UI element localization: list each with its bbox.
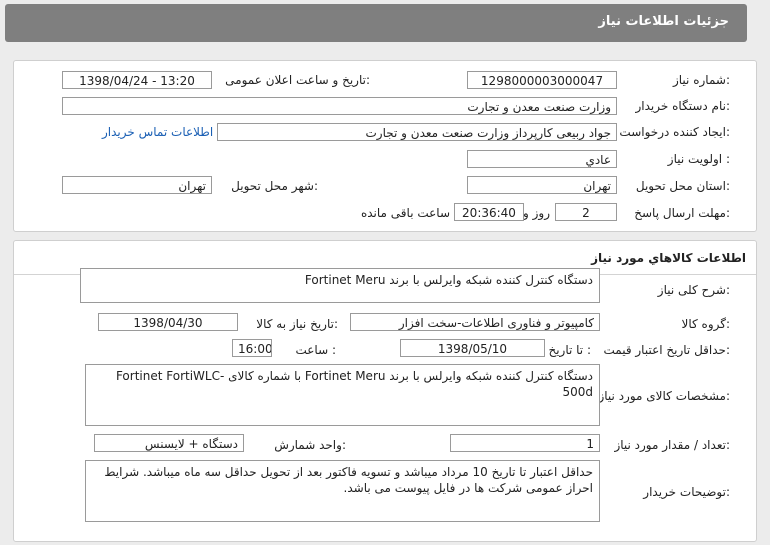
deadline-time-suffix: ساعت باقی مانده bbox=[360, 206, 450, 220]
spec-label: مشخصات کالای مورد نیاز: bbox=[598, 389, 730, 403]
need-date-field: 1398/04/30 bbox=[98, 313, 238, 331]
need-number-label: شماره نیاز: bbox=[672, 73, 730, 87]
buyer-org-field: وزارت صنعت معدن و تجارت bbox=[62, 97, 617, 115]
spec-field: دستگاه کنترل کننده شبکه وایرلس با برند F… bbox=[85, 364, 600, 426]
validity-date-field: 1398/05/10 bbox=[400, 339, 545, 357]
need-info-panel: شماره نیاز: 1298000003000047 تاریخ و ساع… bbox=[13, 60, 757, 232]
creator-label: ایجاد کننده درخواست: bbox=[619, 125, 730, 139]
validity-hour-field: 16:00 bbox=[232, 339, 272, 357]
validity-hour-label: ساعت : bbox=[295, 343, 336, 357]
buyer-notes-label: توضیحات خریدار: bbox=[643, 485, 730, 499]
goods-group-label: گروه کالا: bbox=[681, 317, 731, 331]
buyer-org-label: نام دستگاه خریدار: bbox=[635, 99, 731, 113]
validity-until-label: تا تاریخ : bbox=[548, 343, 591, 357]
buyer-contact-link[interactable]: اطلاعات تماس خریدار bbox=[102, 125, 213, 139]
general-desc-label: شرح کلی نیاز: bbox=[657, 283, 730, 297]
city-label: شهر محل تحویل: bbox=[231, 179, 318, 193]
goods-info-panel: اطلاعات كالاهاي مورد نیاز شرح کلی نیاز: … bbox=[13, 240, 757, 542]
unit-field: دستگاه + لایسنس bbox=[94, 434, 244, 452]
qty-label: تعداد / مقدار مورد نیاز: bbox=[614, 438, 730, 452]
unit-label: واحد شمارش: bbox=[274, 438, 346, 452]
price-validity-label: حداقل تاریخ اعتبار قیمت: bbox=[603, 343, 730, 357]
page-header: جزئیات اطلاعات نیاز bbox=[5, 4, 747, 42]
province-label: استان محل تحویل: bbox=[635, 179, 730, 193]
deadline-label: مهلت ارسال پاسخ: bbox=[634, 206, 730, 220]
deadline-days-suffix: روز و bbox=[523, 206, 550, 220]
deadline-days-field: 2 bbox=[555, 203, 617, 221]
qty-field: 1 bbox=[450, 434, 600, 452]
priority-label: اولویت نیاز : bbox=[667, 152, 730, 166]
need-date-label: تاریخ نیاز به کالا: bbox=[256, 317, 338, 331]
general-desc-field: دستگاه کنترل کننده شبکه وایرلس با برند F… bbox=[80, 268, 600, 303]
announce-datetime-field: 1398/04/24 - 13:20 bbox=[62, 71, 212, 89]
province-field: تهران bbox=[467, 176, 617, 194]
city-field: تهران bbox=[62, 176, 212, 194]
goods-section-title: اطلاعات كالاهاي مورد نیاز bbox=[591, 251, 746, 265]
buyer-notes-field: حداقل اعتبار تا تاریخ 10 مرداد میباشد و … bbox=[85, 460, 600, 522]
goods-group-field: کامپیوتر و فناوری اطلاعات-سخت افزار bbox=[350, 313, 600, 331]
creator-field: جواد ربیعی کارپرداز وزارت صنعت معدن و تج… bbox=[217, 123, 617, 141]
announce-datetime-label: تاریخ و ساعت اعلان عمومی: bbox=[225, 73, 370, 87]
deadline-time-field: 20:36:40 bbox=[454, 203, 524, 221]
page-title: جزئیات اطلاعات نیاز bbox=[598, 14, 729, 29]
priority-field: عادي bbox=[467, 150, 617, 168]
need-number-field: 1298000003000047 bbox=[467, 71, 617, 89]
